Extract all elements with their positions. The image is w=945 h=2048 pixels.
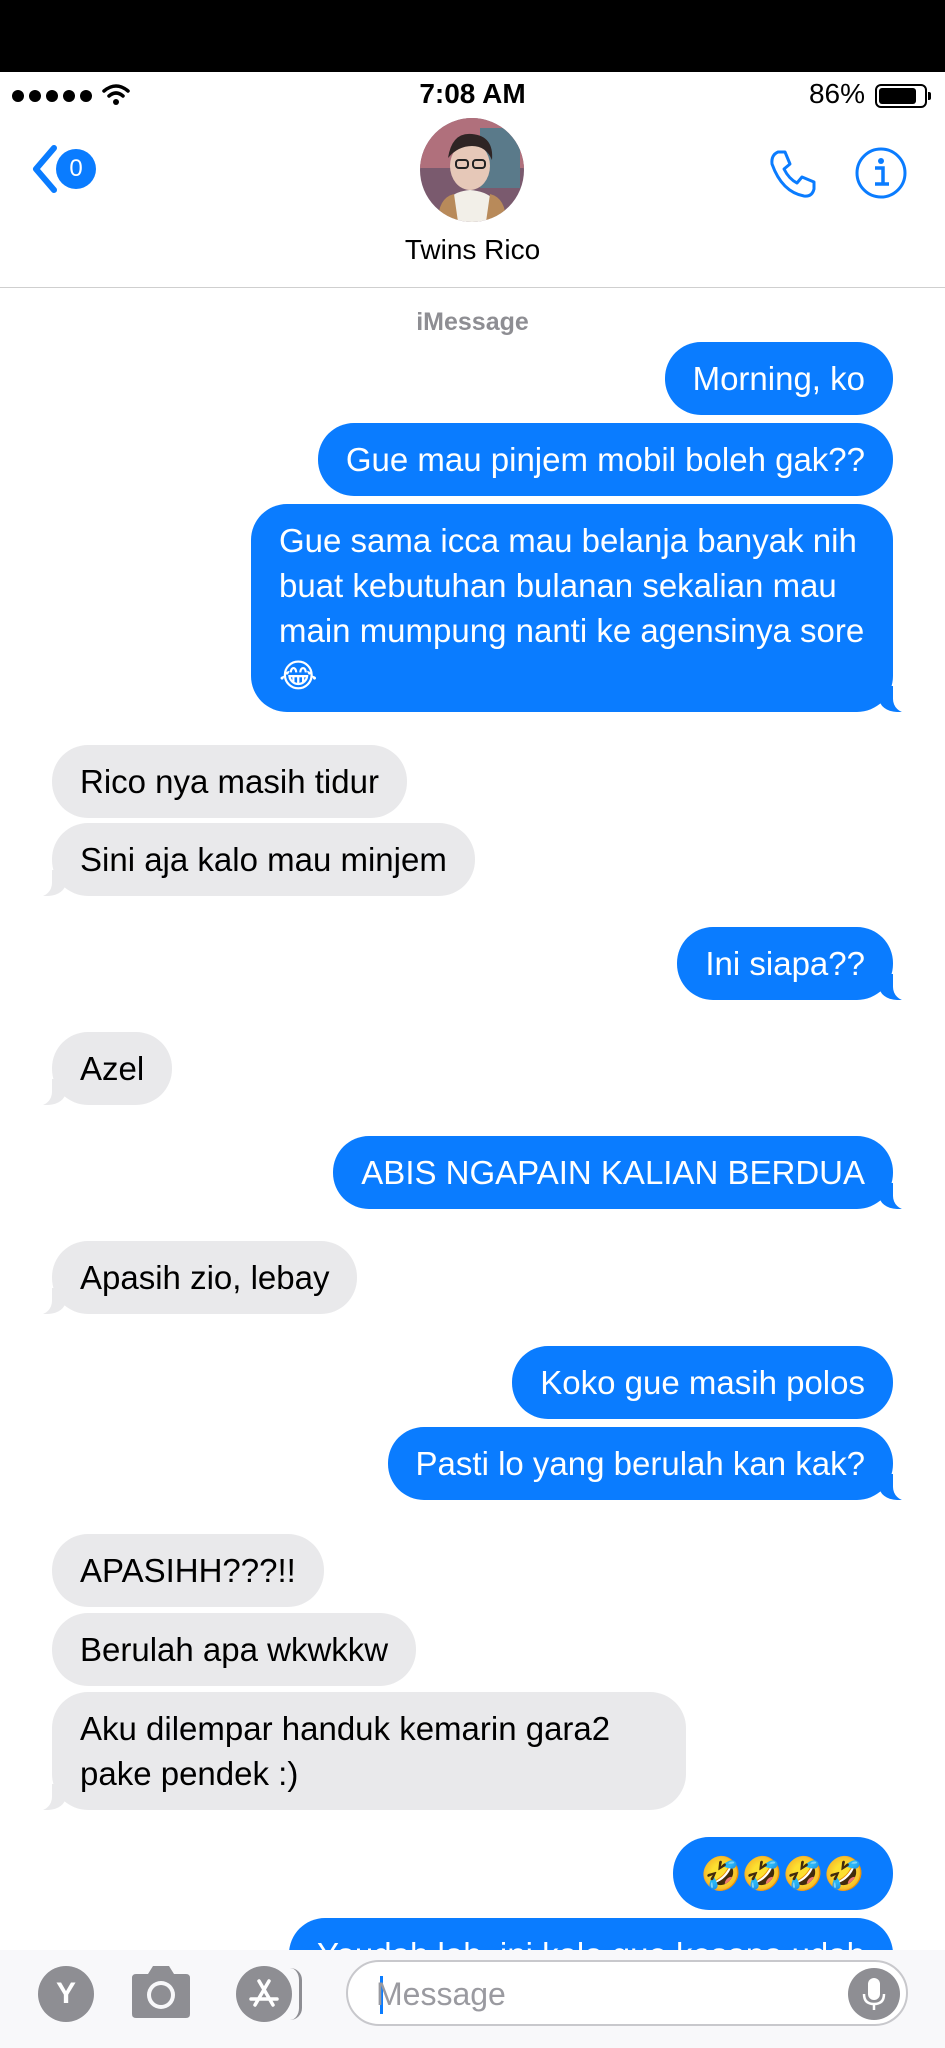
back-button[interactable]: 0 — [30, 144, 96, 194]
sent-message[interactable]: Yaudah lah, ini kalo gue kesana udah — [289, 1918, 893, 1950]
contact-avatar[interactable] — [420, 118, 524, 222]
app-drawer-button[interactable]: Y — [38, 1966, 94, 2022]
received-message[interactable]: Sini aja kalo mau minjem — [24, 823, 475, 897]
message-field[interactable] — [346, 1960, 908, 2026]
status-time: 7:08 AM — [419, 78, 526, 109]
unread-count-badge: 0 — [56, 149, 96, 189]
status-bar: 7:08 AM 86% — [0, 72, 945, 118]
received-message[interactable]: Rico nya masih tidur — [52, 745, 407, 818]
message-input-bar: Y — [0, 1950, 945, 2048]
sent-message[interactable]: ABIS NGAPAIN KALIAN BERDUA — [333, 1136, 921, 1210]
camera-icon[interactable] — [128, 1962, 194, 2022]
received-message[interactable]: Berulah apa wkwkkw — [52, 1613, 417, 1686]
sent-message[interactable]: Gue mau pinjem mobil boleh gak?? — [317, 423, 893, 496]
sent-message[interactable]: Ini siapa?? — [677, 927, 921, 1001]
info-icon[interactable] — [854, 146, 908, 200]
sent-message[interactable]: Morning, ko — [664, 342, 893, 415]
sent-message[interactable]: Koko gue masih polos — [512, 1346, 893, 1419]
message-input[interactable] — [376, 1972, 836, 2016]
received-message[interactable]: Apasih zio, lebay — [23, 1241, 358, 1315]
message-thread[interactable]: iMessage Morning, ko Gue mau pinjem mobi… — [0, 290, 945, 1950]
received-message[interactable]: Azel — [23, 1032, 173, 1106]
sent-message[interactable]: 🤣🤣🤣🤣 — [672, 1837, 893, 1910]
dictation-button[interactable] — [848, 1968, 900, 2020]
top-black-bar — [0, 0, 945, 72]
microphone-icon — [862, 1978, 886, 2010]
conversation-header: 0 Twins Rico — [0, 118, 945, 288]
battery-icon — [875, 84, 931, 108]
app-store-button[interactable] — [236, 1966, 292, 2022]
received-message[interactable]: Aku dilempar handuk kemarin gara2 pake p… — [24, 1692, 686, 1811]
sent-message[interactable]: Gue sama icca mau belanja banyak nih bua… — [251, 504, 921, 713]
received-message[interactable]: APASIHH???!! — [52, 1534, 324, 1607]
contact-name[interactable]: Twins Rico — [0, 234, 945, 266]
battery-percentage: 86% — [808, 78, 865, 109]
sent-message[interactable]: Pasti lo yang berulah kan kak? — [387, 1427, 922, 1501]
phone-icon[interactable] — [764, 146, 820, 202]
app-button-edge — [290, 1968, 302, 2020]
app-store-icon — [249, 1979, 279, 2007]
service-label: iMessage — [416, 308, 529, 336]
